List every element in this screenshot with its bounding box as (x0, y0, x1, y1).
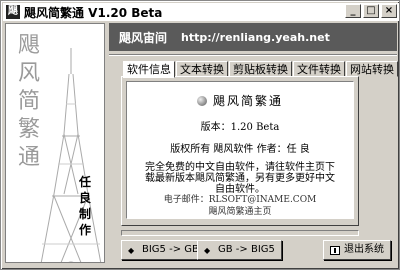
home-link[interactable]: 飓风宙间 (119, 29, 167, 46)
header-divider (109, 54, 397, 56)
tab-software-info[interactable]: 软件信息 (123, 61, 175, 78)
title-bar[interactable]: 飓 飓风简繁通 V1.20 Beta _ □ × (3, 3, 399, 21)
app-icon: 飓 (6, 5, 20, 19)
copyright-text: 版权所有 飓风软件 作者：任 良 (170, 144, 310, 155)
banner-title: 飓风简繁通 (17, 33, 40, 170)
tab-clipboard-convert[interactable]: 剪贴板转换 (229, 61, 292, 77)
window-controls: _ □ × (345, 4, 397, 18)
version-text: 版本：1.20 Beta (200, 122, 280, 133)
app-window: 飓 飓风简繁通 V1.20 Beta _ □ × 飓风简繁通 任良制作 飓风宙间… (0, 0, 400, 270)
homepage-link[interactable]: 飓风简繁通主页 (127, 204, 353, 217)
website-url[interactable]: http://renliang.yeah.net (181, 31, 330, 44)
close-button[interactable]: × (381, 4, 397, 18)
exit-button[interactable]: 退出系统 (323, 240, 391, 260)
maximize-button[interactable]: □ (363, 4, 379, 18)
tab-text-convert[interactable]: 文本转换 (176, 61, 228, 77)
big5-to-gb-label: BIG5 -> GB (142, 244, 199, 255)
door-icon (330, 245, 340, 255)
minimize-button[interactable]: _ (345, 4, 361, 18)
tab-website-convert[interactable]: 网站转换 (346, 61, 398, 77)
eiffel-tower-image (40, 48, 102, 262)
globe-icon (196, 95, 207, 106)
big5-to-gb-button[interactable]: BIG5 -> GB (121, 240, 206, 260)
tab-file-convert[interactable]: 文件转换 (293, 61, 345, 77)
gb-to-big5-button[interactable]: GB -> BIG5 (197, 240, 282, 260)
convert-icon (204, 246, 214, 255)
side-banner: 飓风简繁通 任良制作 (5, 23, 105, 263)
progress-bar (121, 230, 359, 236)
gb-to-big5-label: GB -> BIG5 (218, 244, 275, 255)
tab-panel: 飓风简繁通 版本：1.20 Beta 版权所有 飓风软件 作者：任 良 完全免费… (121, 76, 359, 226)
about-box: 飓风简繁通 版本：1.20 Beta 版权所有 飓风软件 作者：任 良 完全免费… (126, 81, 354, 219)
convert-icon (128, 246, 138, 255)
exit-label: 退出系统 (344, 244, 384, 255)
banner-credit: 任良制作 (78, 175, 91, 237)
tab-strip: 软件信息 文本转换 剪贴板转换 文件转换 网站转换 (123, 61, 399, 78)
description-text: 完全免费的中文自由软件，请往软件主页下载最新版本飓风简繁通，另有更多更好中文自由… (145, 162, 335, 195)
about-title: 飓风简繁通 (212, 94, 283, 108)
window-title: 飓风简繁通 V1.20 Beta (24, 5, 163, 20)
about-header: 飓风简繁通 (127, 92, 353, 109)
header-band: 飓风宙间 http://renliang.yeah.net (109, 23, 397, 51)
